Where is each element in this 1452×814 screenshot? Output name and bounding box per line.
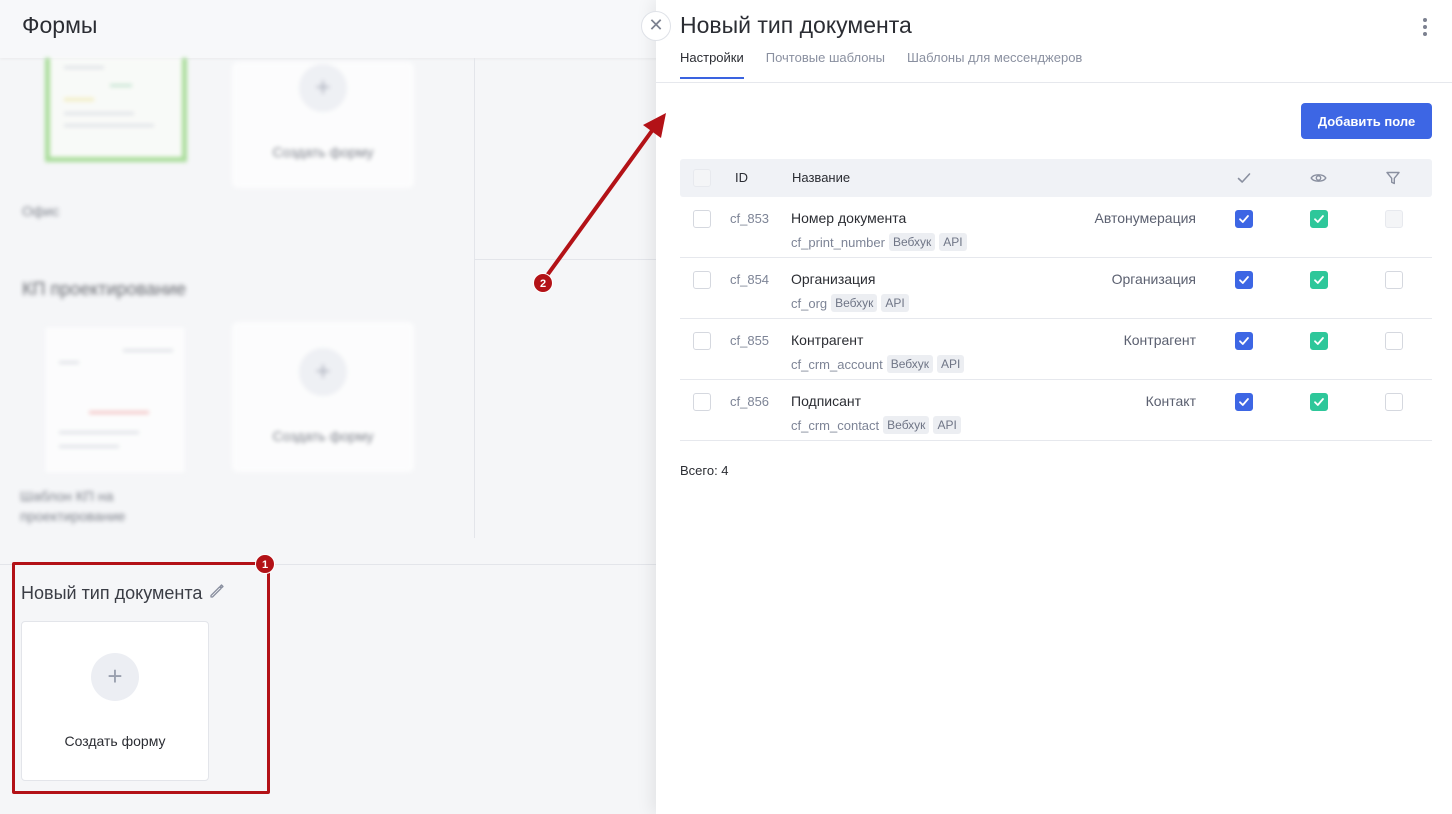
field-code-line: cf_crm_contact Вебхук API: [791, 416, 961, 434]
close-drawer-button[interactable]: ✕: [641, 11, 671, 41]
field-id: cf_854: [730, 272, 770, 287]
forms-header: Формы: [0, 0, 660, 58]
table-header: ID Название: [680, 159, 1432, 197]
field-code-line: cf_org Вебхук API: [791, 294, 909, 312]
field-type: Контакт: [1145, 393, 1196, 409]
add-field-button[interactable]: Добавить поле: [1301, 103, 1432, 139]
select-all-checkbox[interactable]: [693, 169, 711, 187]
visible-checkbox[interactable]: [1310, 210, 1328, 228]
form-thumbnail-kp[interactable]: [44, 326, 186, 474]
visible-checkbox[interactable]: [1310, 393, 1328, 411]
required-checkbox[interactable]: [1235, 332, 1253, 350]
filter-icon: [1385, 170, 1401, 189]
field-code-line: cf_crm_account Вебхук API: [791, 355, 965, 373]
form-caption-office: Офис: [22, 203, 60, 219]
field-code: cf_print_number: [791, 234, 885, 250]
drawer-title: Новый тип документа: [680, 12, 912, 38]
field-name[interactable]: Номер документа: [791, 210, 906, 226]
api-tag: API: [939, 233, 967, 251]
create-form-label: Создать форму: [272, 144, 374, 160]
api-tag: API: [937, 355, 965, 373]
total-count: Всего: 4: [680, 463, 729, 478]
field-name[interactable]: Контрагент: [791, 332, 863, 348]
visible-checkbox[interactable]: [1310, 271, 1328, 289]
tab-settings[interactable]: Настройки: [680, 50, 744, 79]
row-checkbox[interactable]: [693, 271, 711, 289]
table-row[interactable]: cf_853 Номер документа cf_print_number В…: [680, 197, 1432, 258]
field-type: Автонумерация: [1094, 210, 1197, 226]
field-code: cf_crm_account: [791, 356, 883, 372]
form-caption-kp: Шаблон КП на проектирование: [20, 488, 126, 524]
field-name[interactable]: Организация: [791, 271, 875, 287]
webhook-tag: Вебхук: [831, 294, 878, 312]
fields-table: ID Название cf_853 Номер документа cf_pr…: [680, 159, 1432, 441]
tab-email-templates[interactable]: Почтовые шаблоны: [766, 50, 885, 79]
table-row[interactable]: cf_855 Контрагент cf_crm_account Вебхук …: [680, 319, 1432, 380]
divider: [474, 58, 475, 538]
tab-messenger-templates[interactable]: Шаблоны для мессенджеров: [907, 50, 1082, 79]
table-row[interactable]: cf_856 Подписант cf_crm_contact Вебхук A…: [680, 380, 1432, 441]
tabs-divider: [656, 82, 1452, 83]
annotation-badge-1: 1: [255, 554, 275, 574]
plus-icon: +: [299, 348, 347, 396]
annotation-badge-2: 2: [533, 273, 553, 293]
api-tag: API: [881, 294, 909, 312]
required-checkbox[interactable]: [1235, 271, 1253, 289]
field-code: cf_crm_contact: [791, 417, 880, 433]
filter-checkbox[interactable]: [1385, 271, 1403, 289]
webhook-tag: Вебхук: [886, 355, 934, 373]
row-checkbox[interactable]: [693, 210, 711, 228]
api-tag: API: [933, 416, 961, 434]
filter-checkbox: [1385, 210, 1403, 228]
field-id: cf_856: [730, 394, 770, 409]
page-title: Формы: [22, 12, 98, 38]
webhook-tag: Вебхук: [888, 233, 936, 251]
field-id: cf_855: [730, 333, 770, 348]
more-menu-icon[interactable]: [1422, 18, 1428, 36]
row-checkbox[interactable]: [693, 332, 711, 350]
create-form-card-2[interactable]: + Создать форму: [232, 322, 414, 472]
required-checkbox[interactable]: [1235, 210, 1253, 228]
field-id: cf_853: [730, 211, 770, 226]
field-name[interactable]: Подписант: [791, 393, 861, 409]
create-form-label: Создать форму: [272, 428, 374, 444]
forms-page: Формы + Создать форму Офис КП проектиров…: [0, 0, 660, 814]
column-header-id: ID: [735, 170, 748, 185]
table-row[interactable]: cf_854 Организация cf_org Вебхук API Орг…: [680, 258, 1432, 319]
visible-checkbox[interactable]: [1310, 332, 1328, 350]
section-title: КП проектирование: [22, 279, 186, 299]
document-type-drawer: Новый тип документа Настройки Почтовые ш…: [656, 0, 1452, 814]
highlight-box-1: [12, 562, 270, 794]
field-code-line: cf_print_number Вебхук API: [791, 233, 967, 251]
plus-icon: +: [299, 64, 347, 112]
required-checkbox[interactable]: [1235, 393, 1253, 411]
field-type: Контрагент: [1123, 332, 1196, 348]
eye-icon: [1310, 170, 1327, 189]
create-form-card-1[interactable]: + Создать форму: [232, 62, 414, 188]
webhook-tag: Вебхук: [883, 416, 930, 434]
row-checkbox[interactable]: [693, 393, 711, 411]
field-type: Организация: [1111, 271, 1196, 287]
field-code: cf_org: [791, 295, 828, 311]
filter-checkbox[interactable]: [1385, 332, 1403, 350]
form-thumbnail-office[interactable]: [45, 58, 187, 162]
check-icon: [1236, 170, 1252, 189]
divider: [474, 259, 660, 260]
close-icon: ✕: [648, 15, 664, 35]
drawer-tabs: Настройки Почтовые шаблоны Шаблоны для м…: [680, 50, 1082, 79]
filter-checkbox[interactable]: [1385, 393, 1403, 411]
column-header-name: Название: [792, 170, 851, 185]
